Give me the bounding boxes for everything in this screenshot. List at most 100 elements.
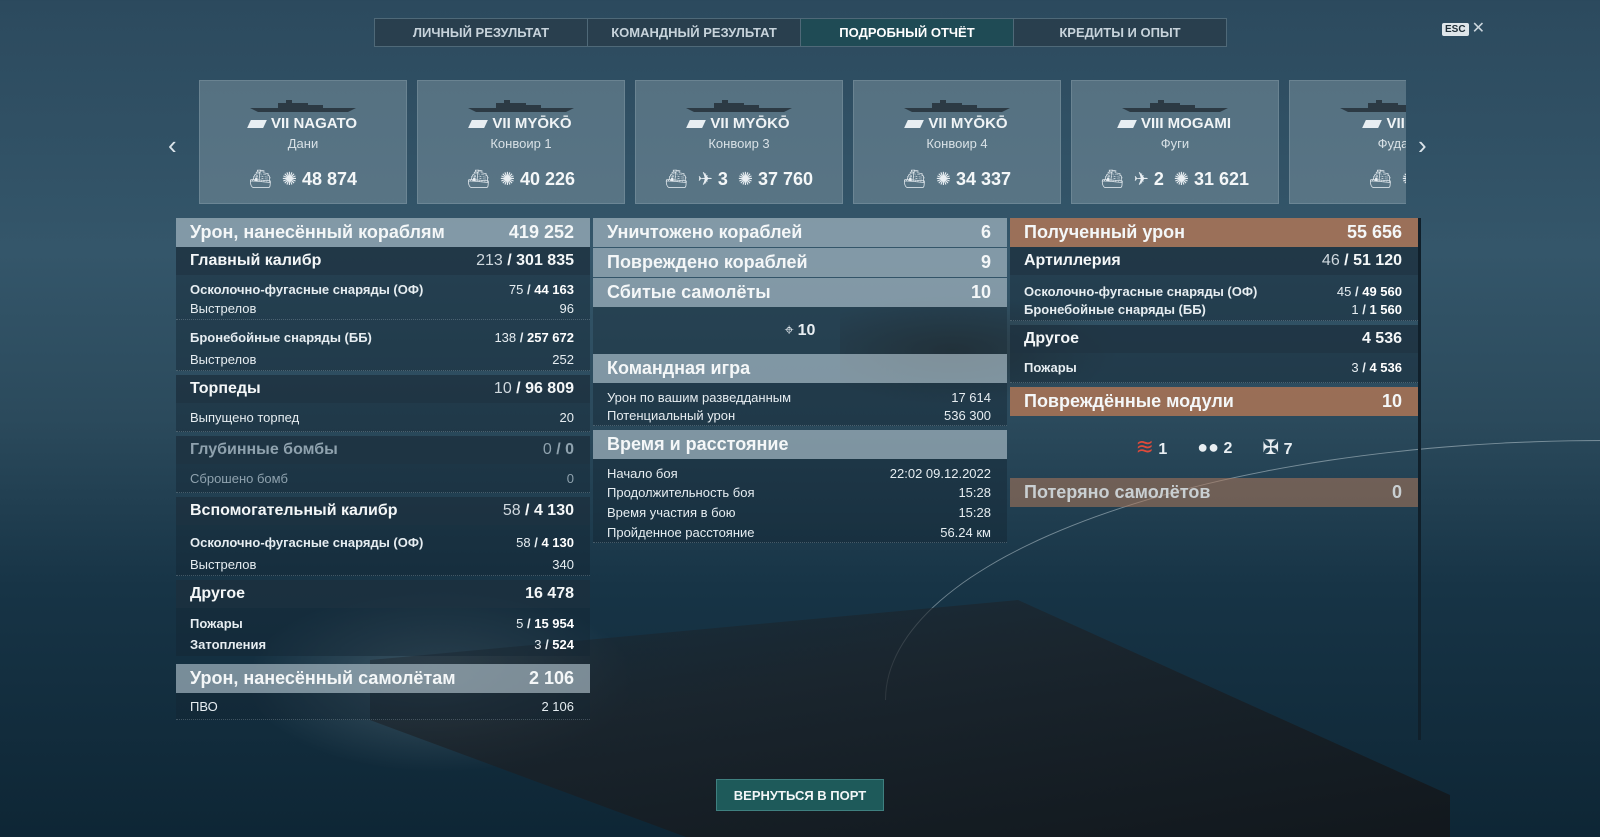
main-battery-header: Главный калибр 213 / 301 835 [176,247,590,275]
panel-scrollbar[interactable] [1418,218,1421,740]
close-control[interactable]: ESC ✕ [1442,21,1485,37]
depth-charges-value: 0 [565,441,574,458]
other-label: Другое [190,585,245,602]
plane-damage-header: Урон, нанесённый самолётам 2 106 [176,664,590,693]
ship-stats: ⛴ ✈ 3 ✺ 37 760 [636,169,842,190]
ship-class-icon [247,120,267,129]
mb-ap-row: Бронебойные снаряды (ББ) 138 / 257 672 [176,320,590,348]
secondary-hits: 58 [502,502,521,519]
artillery-label: Артиллерия [1024,252,1121,269]
aa-row: ПВО 2 106 [176,693,590,720]
participation-value: 15:28 [958,504,991,520]
planes-shot-label: Сбитые самолёты [607,282,771,302]
ship-damage-number: 37 760 [758,169,814,189]
ship-name: VII M [1290,115,1406,132]
torpedoes-value: 96 809 [525,380,574,397]
ship-damage-number: 40 226 [519,169,576,189]
planes-downed-count: 2 [1153,169,1164,189]
main-battery-value: 301 835 [516,252,574,269]
plane-downed-icon: ✈ [1133,169,1149,189]
tab-personal-result[interactable]: ЛИЧНЫЙ РЕЗУЛЬТАТ [375,19,588,46]
depth-charges-label: Глубинные бомбы [190,441,338,458]
tab-credits-xp[interactable]: КРЕДИТЫ И ОПЫТ [1014,19,1226,46]
ship-card[interactable]: VII MYŌKŌ Конвоир 1 ⛴ ✺ 40 226 [417,80,625,204]
ship-card[interactable]: VII NAGATO Дани ⛴ ✺ 48 874 [199,80,407,204]
esc-key-icon[interactable]: ESC [1442,22,1469,36]
received-header: Полученный урон 55 656 [1010,218,1418,247]
close-icon[interactable]: ✕ [1472,21,1485,37]
carousel-next-arrow-icon[interactable]: › [1418,130,1427,161]
participation-label: Время участия в бою [607,504,736,520]
received-label: Полученный урон [1024,222,1185,242]
sunk-ship-icon: ⛴ [248,169,272,189]
dc-dropped-label: Сброшено бомб [190,470,288,486]
secondary-gun-icon: ✠ [1262,436,1280,459]
r-ap-label: Бронебойные снаряды (ББ) [1024,302,1206,317]
r-he-value: 49 560 [1362,283,1402,299]
spotting-value: 17 614 [951,389,991,405]
floods-label: Затопления [190,636,267,652]
distance-label: Пройденное расстояние [607,524,755,540]
return-to-port-button[interactable]: ВЕРНУТЬСЯ В ПОРТ [716,779,884,811]
mb-he-shots-label: Выстрелов [190,300,257,316]
secondary-label: Вспомогательный калибр [190,502,398,519]
planes-downed-count: 3 [717,169,728,189]
artillery-hits: 46 [1321,252,1340,269]
ship-class-icon [1117,120,1137,129]
sec-he-value: 4 130 [541,534,574,550]
artillery-header: Артиллерия 46 / 51 120 [1010,247,1418,275]
fires-row: Пожары 5 / 15 954 [176,608,590,632]
player-name: Конвоир 3 [708,136,770,151]
modules-header: Повреждённые модули 10 [1010,387,1418,416]
torp-launched-value: 20 [559,409,574,425]
ship-stats: ⛴ ✺ 48 874 [200,169,406,190]
damage-burst-icon: ✺ [935,169,951,189]
planes-downed: ✈ 2 [1134,169,1164,190]
ship-card[interactable]: VII MФуда⛴✺ [1289,80,1406,204]
ship-damage: ✺ 37 760 [738,169,813,190]
ship-card[interactable]: VII MYŌKŌ Конвоир 3 ⛴ ✈ 3 ✺ 37 760 [635,80,843,204]
torpedoes-header: Торпеды 10 / 96 809 [176,375,590,403]
ship-stats: ⛴ ✈ 2 ✺ 31 621 [1072,169,1278,190]
player-name: Конвоир 4 [926,136,988,151]
ship-name-text: VII MYŌKŌ [492,115,572,132]
secondary-value: 4 130 [533,502,574,519]
ship-silhouette-icon [1340,100,1406,112]
r-fires-row: Пожары 3 / 4 536 [1010,353,1418,383]
teamplay-header: Командная игра [593,354,1007,383]
mb-ap-hits: 138 [494,329,517,345]
modules-value: 10 [1381,391,1402,411]
sunk-ship-icon: ⛴ [902,169,926,189]
mb-he-hits: 75 [508,281,524,297]
r-he-hits: 45 [1336,283,1352,299]
ship-card[interactable]: VIII MOGAMI Фуги ⛴ ✈ 2 ✺ 31 621 [1071,80,1279,204]
aa-mount-icon: ●● [1197,436,1220,457]
depth-charges-hits: 0 [542,441,552,458]
ship-stats: ⛴ ✺ 34 337 [854,169,1060,190]
ship-damage-label: Урон, нанесённый кораблям [190,222,445,242]
teamplay-label: Командная игра [607,358,751,378]
ship-card[interactable]: VII MYŌKŌ Конвоир 4 ⛴ ✺ 34 337 [853,80,1061,204]
secondary-header: Вспомогательный калибр 58 / 4 130 [176,497,590,525]
duration-value: 15:28 [958,484,991,500]
mb-ap-shots-row: Выстрелов 252 [176,348,590,371]
potential-label: Потенциальный урон [607,407,736,423]
r-other-value: 4 536 [1361,330,1402,347]
right-panel: Полученный урон 55 656 Артиллерия 46 / 5… [1010,218,1418,507]
mb-ap-shots-value: 252 [552,351,574,367]
damage-burst-icon: ✺ [499,169,515,189]
planes-shot-value: 10 [970,282,991,302]
carousel-prev-arrow-icon[interactable]: ‹ [168,130,177,161]
lost-planes-value: 0 [1391,482,1402,502]
damaged-label: Повреждено кораблей [607,252,808,272]
destroyed-header: Уничтожено кораблей 6 [593,218,1007,247]
sec-he-hits: 58 [516,534,531,550]
ship-silhouette-icon [686,100,792,112]
tab-detailed-report[interactable]: ПОДРОБНЫЙ ОТЧЁТ [801,19,1014,46]
plane-damage-value: 2 106 [528,668,574,688]
start-value: 22:02 09.12.2022 [889,466,991,481]
ship-stats: ⛴✺ [1290,169,1406,190]
tab-team-result[interactable]: КОМАНДНЫЙ РЕЗУЛЬТАТ [588,19,801,46]
plane-damage-label: Урон, нанесённый самолётам [190,668,456,688]
ship-damage-number: 48 874 [301,169,358,189]
